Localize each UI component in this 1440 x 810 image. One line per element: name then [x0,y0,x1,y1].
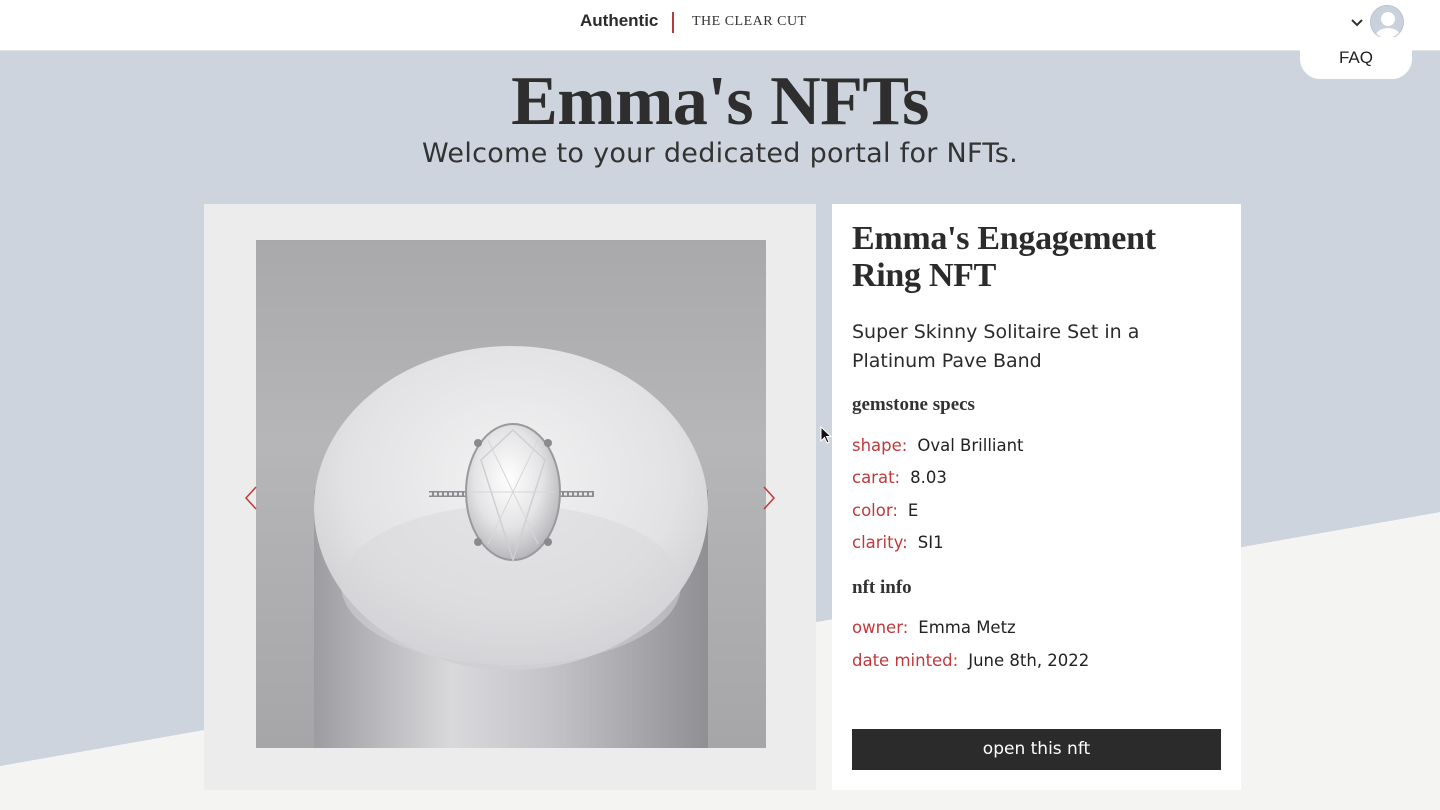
page-subtitle: Welcome to your dedicated portal for NFT… [422,138,1018,169]
top-bar: Authentic THE CLEAR CUT [0,0,1440,51]
spec-label: color: [852,501,898,520]
info-owner: owner: Emma Metz [852,618,1016,637]
nft-info-heading: nft info [852,577,912,598]
page-title: Emma's NFTs [511,63,929,140]
open-nft-button[interactable]: open this nft [852,729,1221,770]
spec-value: E [907,501,919,520]
user-avatar-icon [1371,6,1403,38]
info-date-minted: date minted: June 8th, 2022 [852,651,1089,670]
spec-value: SI1 [917,533,944,552]
info-value: Emma Metz [918,618,1016,637]
spec-label: carat: [852,468,901,487]
spec-carat: carat: 8.03 [852,468,947,487]
brand-subtitle[interactable]: THE CLEAR CUT [692,14,807,30]
nft-title: Emma's Engagement Ring NFT [852,220,1156,294]
nft-image-panel [204,204,816,790]
nft-description: Super Skinny Solitaire Set in a Platinum… [852,321,1140,372]
next-arrow-icon[interactable] [762,486,776,510]
brand-divider [672,12,674,33]
info-value: June 8th, 2022 [968,651,1090,670]
gemstone-specs-heading: gemstone specs [852,394,975,415]
spec-label: clarity: [852,533,908,552]
chevron-down-icon[interactable] [1349,14,1365,30]
spec-label: shape: [852,436,908,455]
brand-name[interactable]: Authentic [580,11,658,31]
faq-button[interactable]: FAQ [1300,37,1412,79]
mouse-cursor-icon [820,426,832,444]
spec-shape: shape: Oval Brilliant [852,436,1024,455]
spec-value: Oval Brilliant [917,436,1024,455]
info-label: owner: [852,618,909,637]
spec-color: color: E [852,501,918,520]
previous-arrow-icon[interactable] [244,486,258,510]
info-label: date minted: [852,651,959,670]
avatar[interactable] [1370,5,1404,39]
ring-image [256,240,766,748]
nft-info-panel: Emma's Engagement Ring NFT Super Skinny … [832,204,1241,790]
spec-clarity: clarity: SI1 [852,533,944,552]
spec-value: 8.03 [910,468,947,487]
